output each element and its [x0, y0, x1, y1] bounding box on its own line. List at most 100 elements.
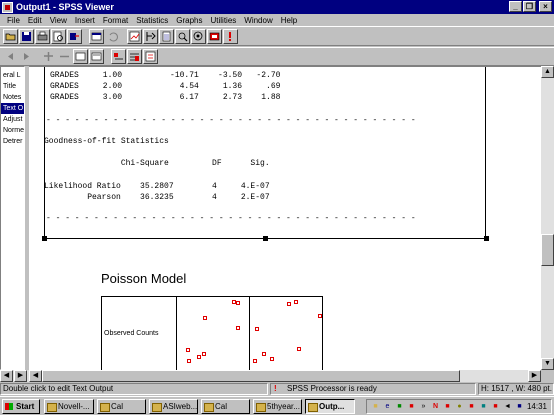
goto-case-icon[interactable] [143, 28, 158, 44]
tray-icon[interactable]: ■ [491, 402, 500, 411]
minimize-button[interactable]: _ [509, 1, 522, 12]
row-label: Observed Counts [104, 330, 159, 337]
gof-title: Goodness-of-fit Statistics [44, 137, 169, 146]
print-preview-icon[interactable] [51, 28, 66, 44]
menu-help[interactable]: Help [277, 16, 301, 25]
status-dimensions: H: 1517 , W: 480 pt. [478, 383, 554, 395]
open-icon[interactable] [3, 28, 18, 44]
menu-window[interactable]: Window [240, 16, 276, 25]
insert-heading-icon[interactable] [143, 49, 158, 64]
plot-point [253, 359, 257, 363]
volume-icon[interactable]: ◄ [503, 402, 512, 411]
taskbar-button[interactable]: Cal [201, 399, 250, 414]
spss-app-icon[interactable] [2, 1, 13, 13]
ie-icon[interactable]: e [383, 402, 392, 411]
desktop-icon[interactable]: ■ [395, 402, 404, 411]
menu-graphs[interactable]: Graphs [172, 16, 206, 25]
outline-scroll-right-button[interactable]: ▶ [14, 370, 27, 382]
close-button[interactable]: × [539, 1, 552, 12]
poisson-model-table[interactable]: Observed Counts [101, 296, 323, 370]
menu-edit[interactable]: Edit [24, 16, 46, 25]
scroll-up-button[interactable]: ▲ [541, 66, 554, 78]
plot-point [270, 357, 274, 361]
back-icon[interactable] [3, 49, 18, 64]
hide-icon[interactable] [127, 49, 142, 64]
print-icon[interactable] [35, 28, 50, 44]
taskbar-button-active[interactable]: Outp... [305, 399, 355, 414]
novell-icon[interactable]: N [431, 402, 440, 411]
taskbar-button[interactable]: Cal [97, 399, 146, 414]
outline-toolbar [0, 47, 554, 66]
menu-insert[interactable]: Insert [71, 16, 99, 25]
output-content-pane[interactable]: GRADES 1.00 -10.71 -3.50 -2.70 GRADES 2.… [29, 66, 541, 370]
variables-icon[interactable] [159, 28, 174, 44]
horizontal-scroll-thumb[interactable] [42, 370, 460, 382]
scatter-cell [250, 297, 323, 370]
outline-item[interactable]: Detrer [1, 136, 24, 147]
horizontal-scrollbar[interactable]: ◀ ▶ ◀ ▶ [0, 370, 541, 382]
grades-table-text: GRADES 1.00 -10.71 -3.50 -2.70 GRADES 2.… [50, 71, 281, 102]
restore-button[interactable]: ❐ [523, 1, 536, 12]
outline-item-selected[interactable]: Text O [1, 103, 24, 114]
plot-point [197, 355, 201, 359]
show-icon[interactable] [111, 49, 126, 64]
menu-file[interactable]: File [3, 16, 24, 25]
menu-utilities[interactable]: Utilities [207, 16, 241, 25]
find-icon[interactable] [175, 28, 190, 44]
menu-statistics[interactable]: Statistics [132, 16, 172, 25]
forward-icon[interactable] [19, 49, 34, 64]
row-label-cell: Observed Counts [102, 297, 177, 370]
status-hint: Double click to edit Text Output [0, 383, 268, 395]
plot-point [203, 316, 207, 320]
resize-handle[interactable] [484, 236, 489, 241]
vertical-scroll-thumb[interactable] [541, 234, 554, 266]
tray-icon[interactable]: ■ [467, 402, 476, 411]
outline-pane[interactable]: eral L Title Notes Text O Adjust Norme D… [0, 66, 25, 370]
syntax-icon[interactable] [223, 28, 238, 44]
window-title: Output1 - SPSS Viewer [16, 2, 114, 12]
app-tray-icon[interactable]: ■ [407, 402, 416, 411]
start-button[interactable]: Start [2, 399, 40, 414]
outline-item[interactable]: Adjust [1, 114, 24, 125]
taskbar-button[interactable]: ASIweb... [149, 399, 198, 414]
menu-view[interactable]: View [46, 16, 71, 25]
scroll-right-button[interactable]: ▶ [528, 370, 541, 382]
resize-handle[interactable] [263, 236, 268, 241]
scroll-left-button[interactable]: ◀ [29, 370, 42, 382]
outline-scroll-left-button[interactable]: ◀ [0, 370, 13, 382]
outline-item[interactable]: Title [1, 81, 24, 92]
outline-item[interactable]: eral L [1, 70, 24, 81]
designate-window-icon[interactable] [207, 28, 222, 44]
export-icon[interactable] [67, 28, 82, 44]
network-icon[interactable]: ■ [371, 402, 380, 411]
demote-icon[interactable] [57, 49, 72, 64]
taskbar-button[interactable]: Novell-... [44, 399, 94, 414]
tray-icon[interactable]: ■ [479, 402, 488, 411]
tray-icon[interactable]: ■ [443, 402, 452, 411]
scatter-cell [177, 297, 250, 370]
tray-icon[interactable]: ■ [515, 402, 524, 411]
text-output-box[interactable]: GRADES 1.00 -10.71 -3.50 -2.70 GRADES 2.… [42, 67, 489, 241]
tray-icon[interactable]: ● [455, 402, 464, 411]
more-icon[interactable]: » [419, 402, 428, 411]
goto-chart-icon[interactable] [127, 28, 142, 44]
dashes-line: - - - - - - - - - - - - - - - - - - - - … [46, 116, 416, 125]
taskbar-button[interactable]: 5thyear... [253, 399, 302, 414]
dashes-line: - - - - - - - - - - - - - - - - - - - - … [46, 214, 416, 223]
menu-bar: File Edit View Insert Format Statistics … [0, 14, 554, 26]
outline-item[interactable]: Notes [1, 92, 24, 103]
use-sets-icon[interactable] [191, 28, 206, 44]
outline-item[interactable]: Norme [1, 125, 24, 136]
vertical-scrollbar[interactable]: ▲ ▼ [541, 66, 554, 370]
save-icon[interactable] [19, 28, 34, 44]
dialog-recall-icon[interactable] [89, 28, 104, 44]
menu-format[interactable]: Format [99, 16, 132, 25]
resize-handle[interactable] [42, 236, 47, 241]
undo-icon[interactable] [105, 28, 120, 44]
scroll-down-button[interactable]: ▼ [541, 358, 554, 370]
collapse-icon[interactable] [89, 49, 104, 64]
promote-icon[interactable] [41, 49, 56, 64]
title-bar[interactable]: Output1 - SPSS Viewer _ ❐ × [0, 0, 554, 14]
expand-icon[interactable] [73, 49, 88, 64]
scroll-corner [541, 370, 554, 382]
